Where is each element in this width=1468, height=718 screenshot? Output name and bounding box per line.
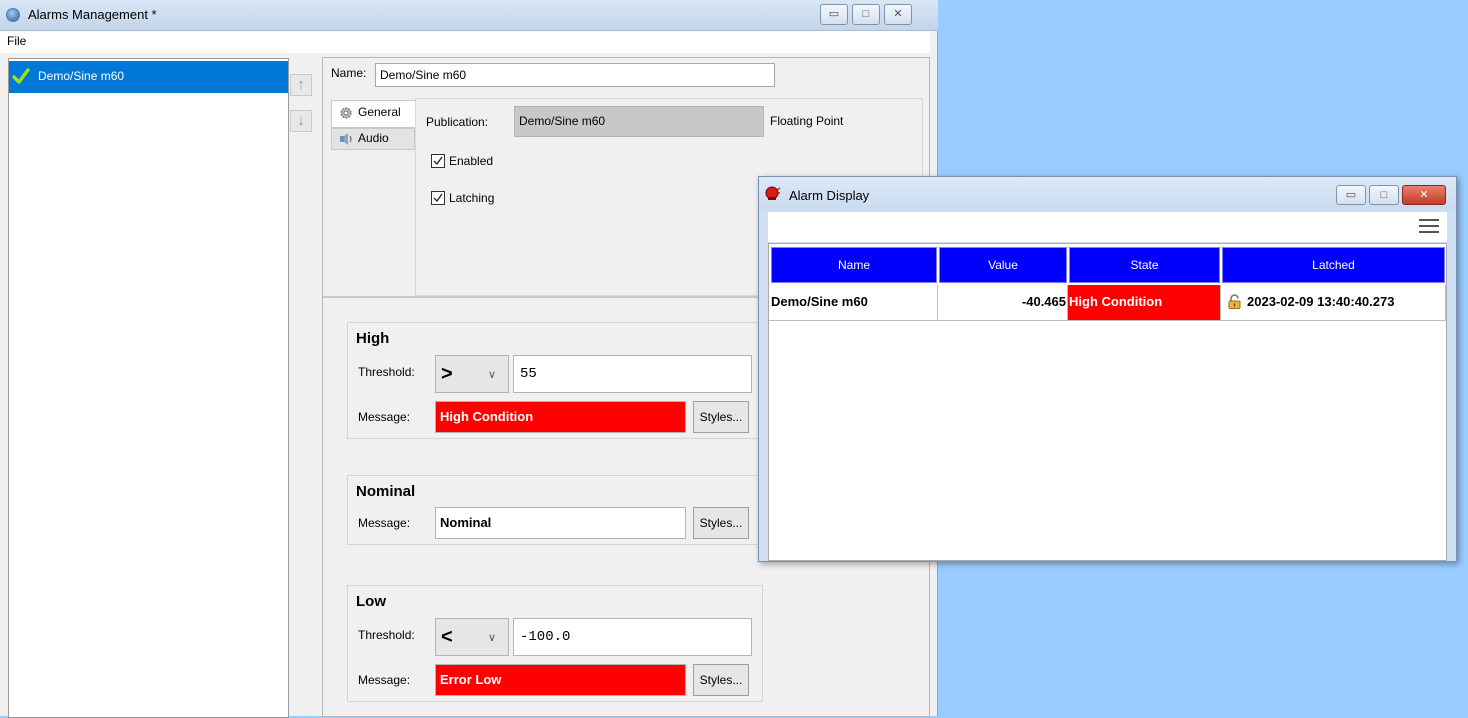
latched-timestamp: 2023-02-09 13:40:40.273 <box>1247 294 1395 309</box>
name-input[interactable]: Demo/Sine m60 <box>375 63 775 87</box>
speaker-icon <box>340 133 352 145</box>
minimize-button[interactable]: ▭ <box>820 4 848 25</box>
nominal-section: Nominal Message: Nominal Styles... <box>347 475 763 545</box>
gear-icon <box>340 107 352 119</box>
list-item[interactable]: Demo/Sine m60 <box>9 61 288 93</box>
minimize-icon: ▭ <box>1345 189 1357 201</box>
high-styles-button[interactable]: Styles... <box>693 401 749 433</box>
alarm-close-button[interactable]: ✕ <box>1402 185 1446 205</box>
close-icon: ✕ <box>893 8 903 20</box>
minimize-icon: ▭ <box>828 8 840 20</box>
alarm-table: Name Value State Latched Demo/Sine m60 -… <box>768 243 1447 561</box>
column-header-latched[interactable]: Latched <box>1222 247 1445 283</box>
low-operator-select[interactable]: < ∨ <box>435 618 509 656</box>
low-message-label: Message: <box>358 673 411 687</box>
high-section: High Threshold: > ∨ 55 Message: High Con… <box>347 322 763 439</box>
maximize-icon: □ <box>1380 189 1388 201</box>
alarm-list: Demo/Sine m60 <box>8 58 289 718</box>
alarm-display-window: Alarm Display ▭ □ ✕ Name Value State Lat… <box>758 176 1457 562</box>
row-name-cell[interactable]: Demo/Sine m60 <box>769 285 938 321</box>
menu-file[interactable]: File <box>7 34 26 48</box>
enabled-label: Enabled <box>449 154 494 168</box>
high-threshold-input[interactable]: 55 <box>513 355 752 393</box>
chevron-down-icon: ∨ <box>488 369 497 381</box>
checkmark-icon <box>433 193 443 203</box>
check-icon <box>12 68 30 84</box>
low-threshold-label: Threshold: <box>358 628 415 642</box>
publication-field: Demo/Sine m60 <box>514 106 764 137</box>
column-header-state[interactable]: State <box>1069 247 1220 283</box>
main-window-title: Alarms Management * <box>28 7 157 22</box>
lock-icon <box>1228 294 1241 309</box>
maximize-button[interactable]: □ <box>852 4 880 25</box>
alarm-minimize-button[interactable]: ▭ <box>1336 185 1366 205</box>
alarm-bell-icon <box>765 186 781 200</box>
chevron-down-icon: ∨ <box>488 632 497 644</box>
high-message-label: Message: <box>358 410 411 424</box>
low-title: Low <box>356 593 386 610</box>
low-operator-value: < <box>441 626 453 648</box>
high-message-field[interactable]: High Condition <box>435 401 686 433</box>
nominal-title: Nominal <box>356 483 416 500</box>
high-title: High <box>356 330 390 347</box>
alarm-toolbar <box>768 212 1447 242</box>
main-title-bar[interactable]: Alarms Management * ▭ □ ✕ <box>0 0 938 31</box>
low-section: Low Threshold: < ∨ -100.0 Message: Error… <box>347 585 763 702</box>
publication-type: Floating Point <box>770 114 844 128</box>
checkmark-icon <box>433 156 443 166</box>
latching-label: Latching <box>449 191 495 205</box>
maximize-icon: □ <box>862 8 870 20</box>
column-header-name[interactable]: Name <box>771 247 937 283</box>
move-up-button[interactable]: ↑ <box>290 74 312 96</box>
alarm-title-bar[interactable]: Alarm Display ▭ □ ✕ <box>759 177 1456 211</box>
low-message-field[interactable]: Error Low <box>435 664 686 696</box>
publication-label: Publication: <box>426 115 489 129</box>
name-label: Name: <box>331 66 367 80</box>
move-down-button[interactable]: ↓ <box>290 110 312 132</box>
row-latched-cell[interactable]: 2023-02-09 13:40:40.273 <box>1221 285 1446 321</box>
app-globe-icon <box>6 8 20 22</box>
arrow-down-icon: ↓ <box>297 112 305 129</box>
high-operator-select[interactable]: > ∨ <box>435 355 509 393</box>
tab-general-label: General <box>358 105 401 119</box>
hamburger-menu-icon[interactable] <box>1419 218 1439 234</box>
close-button[interactable]: ✕ <box>884 4 912 25</box>
close-icon: ✕ <box>1419 189 1429 201</box>
menu-bar: File <box>0 31 930 53</box>
tab-audio[interactable]: Audio <box>331 128 415 150</box>
list-item-label: Demo/Sine m60 <box>38 69 125 83</box>
nominal-message-field[interactable]: Nominal <box>435 507 686 539</box>
row-value-cell[interactable]: -40.465 <box>938 285 1068 321</box>
tab-general[interactable]: General <box>331 100 415 128</box>
alarm-maximize-button[interactable]: □ <box>1369 185 1399 205</box>
tab-audio-label: Audio <box>358 131 389 145</box>
high-operator-value: > <box>441 363 453 385</box>
low-styles-button[interactable]: Styles... <box>693 664 749 696</box>
nominal-message-label: Message: <box>358 516 411 530</box>
latching-checkbox[interactable] <box>431 191 445 205</box>
row-state-cell[interactable]: High Condition <box>1068 285 1221 321</box>
nominal-styles-button[interactable]: Styles... <box>693 507 749 539</box>
low-threshold-input[interactable]: -100.0 <box>513 618 752 656</box>
alarm-window-title: Alarm Display <box>789 188 870 203</box>
column-header-value[interactable]: Value <box>939 247 1067 283</box>
arrow-up-icon: ↑ <box>297 76 305 93</box>
enabled-checkbox[interactable] <box>431 154 445 168</box>
high-threshold-label: Threshold: <box>358 365 415 379</box>
